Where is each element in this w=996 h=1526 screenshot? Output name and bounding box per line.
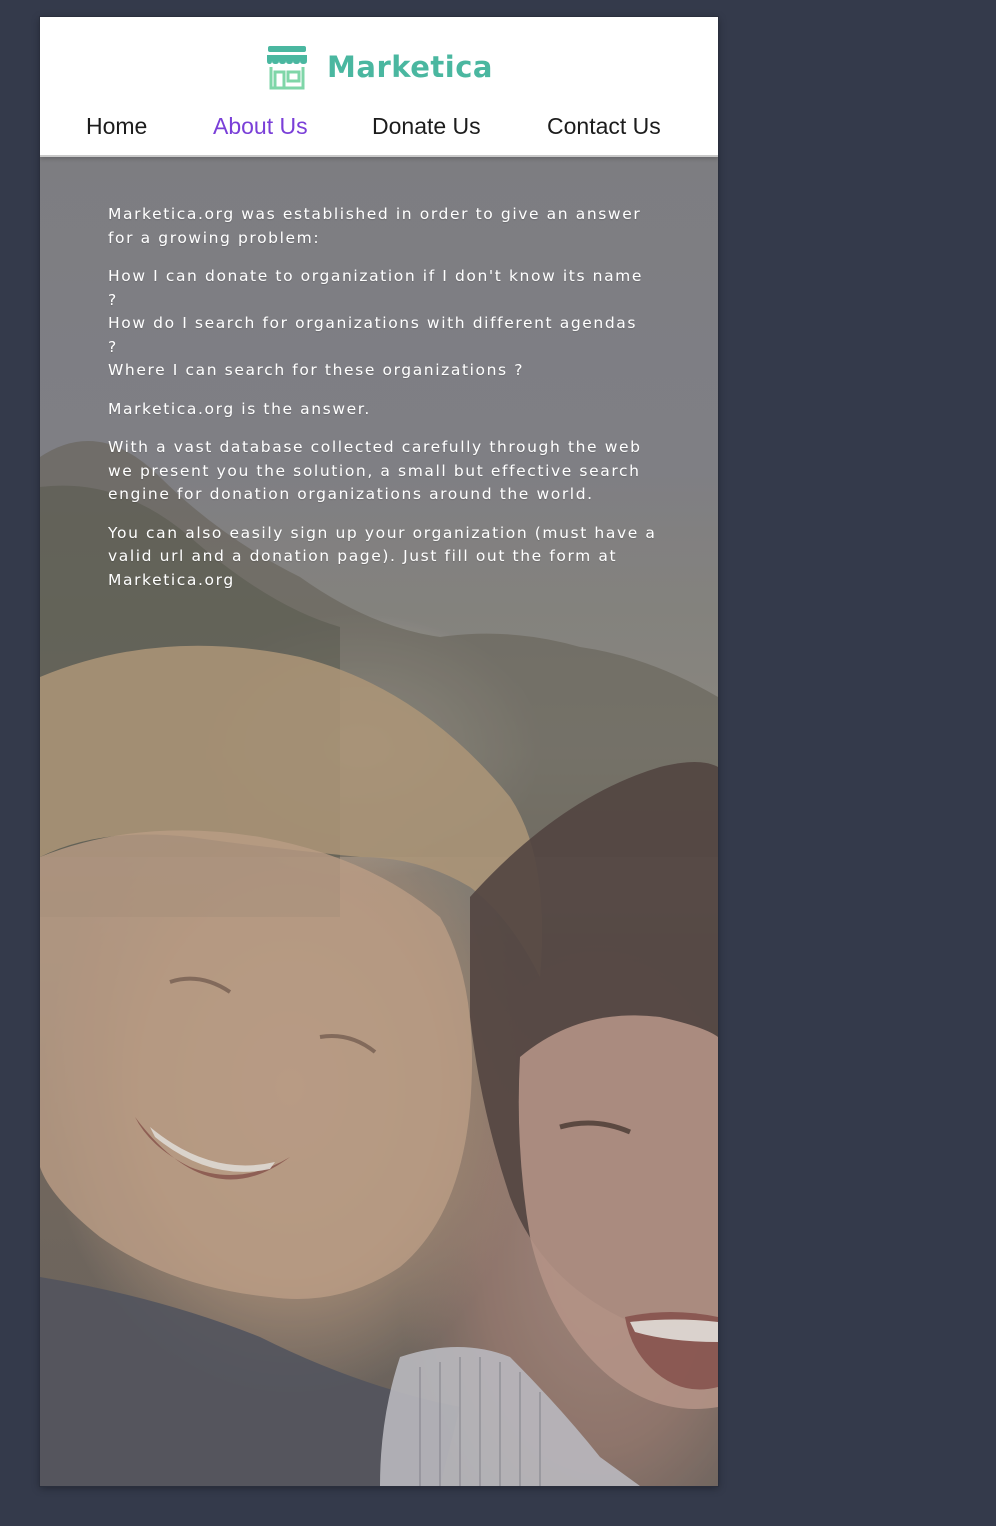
phone-frame: Marketica Home About Us Donate Us Contac… — [40, 17, 718, 1486]
about-content: Marketica.org was established in order t… — [108, 203, 660, 607]
nav-donate-us[interactable]: Donate Us — [372, 113, 481, 140]
brand[interactable]: Marketica — [40, 44, 718, 90]
site-header: Marketica Home About Us Donate Us Contac… — [40, 17, 718, 157]
about-intro: Marketica.org was established in order t… — [108, 205, 642, 247]
hero-background: Marketica.org was established in order t… — [40, 157, 718, 1486]
storefront-icon — [267, 46, 308, 90]
brand-name: Marketica — [327, 50, 493, 84]
about-signup: You can also easily sign up your organiz… — [108, 523, 657, 589]
main-nav: Home About Us Donate Us Contact Us — [40, 113, 718, 145]
nav-contact-us[interactable]: Contact Us — [547, 113, 661, 140]
nav-home[interactable]: Home — [86, 113, 147, 140]
nav-about-us[interactable]: About Us — [213, 113, 308, 140]
about-answer: Marketica.org is the answer. — [108, 399, 371, 418]
about-description: With a vast database collected carefully… — [108, 438, 642, 503]
about-questions: How I can donate to organization if I do… — [108, 267, 644, 379]
